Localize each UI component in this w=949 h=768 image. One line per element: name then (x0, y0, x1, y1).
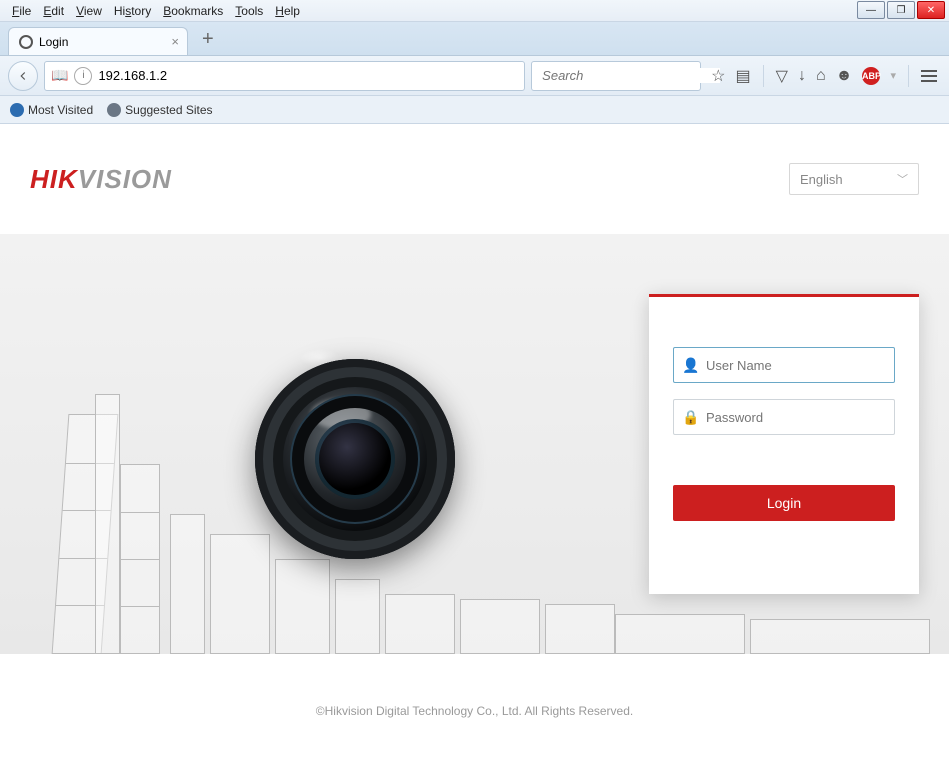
tab-favicon (19, 35, 33, 49)
address-bar[interactable]: 📖 i (44, 61, 525, 91)
tab-title: Login (39, 35, 68, 49)
abp-dropdown-icon[interactable]: ▾ (890, 69, 896, 82)
most-visited-icon (10, 103, 24, 117)
menu-history[interactable]: History (108, 4, 157, 18)
tab-close-button[interactable]: × (171, 34, 179, 49)
window-restore-button[interactable]: ❐ (887, 1, 915, 19)
site-identity-icon[interactable]: i (74, 67, 92, 85)
page-footer: ©Hikvision Digital Technology Co., Ltd. … (0, 654, 949, 718)
browser-tab-login[interactable]: Login × (8, 27, 188, 55)
lock-icon: 🔒 (682, 409, 698, 426)
copyright-text: ©Hikvision Digital Technology Co., Ltd. … (316, 704, 633, 718)
login-card: 👤 🔒 Login (649, 294, 919, 594)
user-icon: 👤 (682, 357, 698, 374)
url-input[interactable] (98, 68, 518, 83)
suggested-sites-icon (107, 103, 121, 117)
browser-menubar: File Edit View History Bookmarks Tools H… (0, 0, 949, 22)
menu-edit[interactable]: Edit (37, 4, 70, 18)
brand-logo: HIKVISION (30, 164, 172, 195)
arrow-left-icon (16, 69, 30, 83)
page-content: HIKVISION English ﹀ 👤 🔒 (0, 124, 949, 768)
search-input[interactable] (542, 68, 720, 83)
language-select[interactable]: English ﹀ (789, 163, 919, 195)
bookmark-most-visited[interactable]: Most Visited (10, 103, 93, 117)
login-button[interactable]: Login (673, 485, 895, 521)
language-label: English (800, 172, 843, 187)
back-button[interactable] (8, 61, 38, 91)
password-input[interactable] (706, 410, 886, 425)
username-input[interactable] (706, 358, 886, 373)
hamburger-menu-button[interactable] (921, 70, 937, 82)
bookmark-label: Most Visited (28, 103, 93, 117)
chevron-down-icon: ﹀ (897, 171, 908, 187)
downloads-icon[interactable]: ↓ (798, 67, 806, 85)
bookmarks-toolbar: Most Visited Suggested Sites (0, 96, 949, 124)
abp-icon[interactable]: ABP (862, 67, 880, 85)
hero-section: 👤 🔒 Login (0, 234, 949, 654)
reader-icon[interactable]: 📖 (51, 67, 68, 84)
menu-view[interactable]: View (70, 4, 108, 18)
logo-prefix: HIK (30, 164, 78, 194)
page-header: HIKVISION English ﹀ (0, 124, 949, 234)
search-bar[interactable] (531, 61, 701, 91)
window-close-button[interactable]: ✕ (917, 1, 945, 19)
bookmark-star-icon[interactable]: ☆ (711, 66, 725, 86)
library-icon[interactable]: ▤ (736, 66, 751, 86)
menu-file[interactable]: File (6, 4, 37, 18)
nav-toolbar: 📖 i ☆ ▤ ▽ ↓ ⌂ ☻ ABP ▾ (0, 56, 949, 96)
pocket-icon[interactable]: ▽ (776, 66, 788, 86)
new-tab-button[interactable]: + (196, 29, 220, 55)
password-field[interactable]: 🔒 (673, 399, 895, 435)
window-minimize-button[interactable]: — (857, 1, 885, 19)
bookmark-suggested-sites[interactable]: Suggested Sites (107, 103, 212, 117)
home-icon[interactable]: ⌂ (816, 67, 826, 85)
bookmark-label: Suggested Sites (125, 103, 212, 117)
chat-icon[interactable]: ☻ (836, 67, 853, 85)
camera-lens-graphic (255, 359, 455, 559)
logo-suffix: VISION (78, 164, 172, 194)
username-field[interactable]: 👤 (673, 347, 895, 383)
tab-strip: Login × + (0, 22, 949, 56)
menu-bookmarks[interactable]: Bookmarks (157, 4, 229, 18)
menu-help[interactable]: Help (269, 4, 306, 18)
menu-tools[interactable]: Tools (229, 4, 269, 18)
